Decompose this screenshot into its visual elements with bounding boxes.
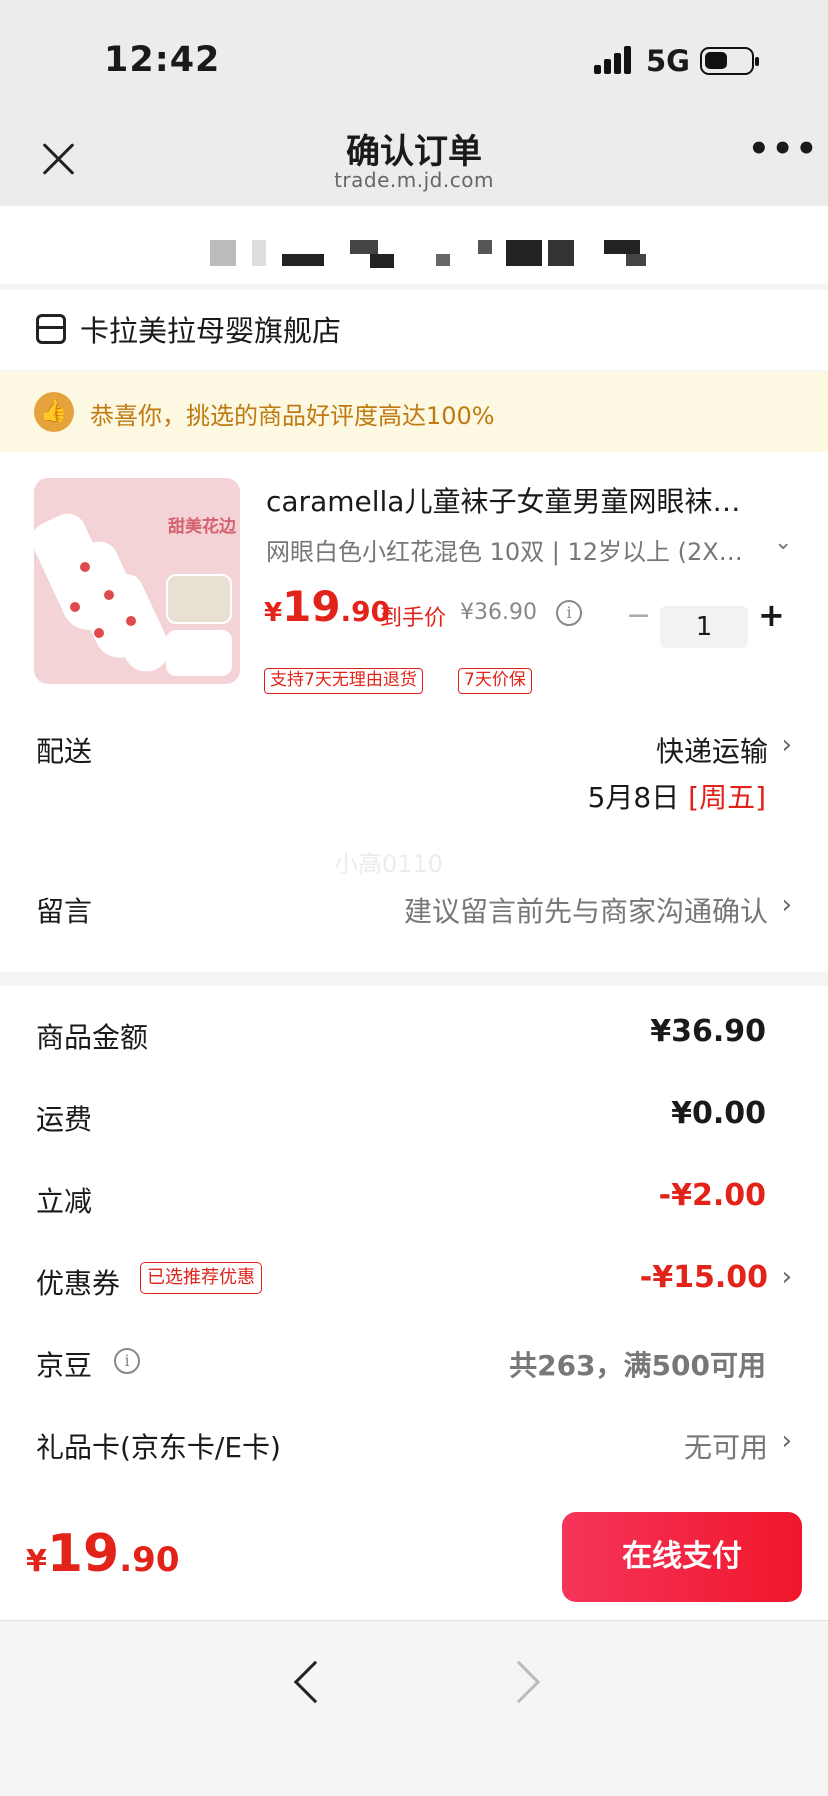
delivery-label: 配送	[36, 735, 93, 768]
status-time: 12:42	[104, 40, 221, 80]
delivery-method[interactable]: 快递运输	[656, 730, 768, 770]
watermark: 小高0110	[334, 850, 444, 878]
coupon-selected-tag: 已选推荐优惠	[140, 1262, 262, 1294]
return-policy-tag: 支持7天无理由退货	[264, 668, 423, 694]
summary-label-coupon: 优惠券	[36, 1267, 121, 1300]
thumbs-up-icon: 👍	[34, 392, 74, 432]
back-arrow-icon[interactable]	[293, 1660, 337, 1704]
rating-notice-text: 恭喜你，挑选的商品好评度高达100%	[90, 402, 495, 430]
product-image-label: 甜美花边	[168, 517, 236, 537]
chevron-right-icon[interactable]: ›	[782, 1426, 792, 1456]
summary-label-shipping: 运费	[36, 1103, 93, 1136]
pay-online-button[interactable]: 在线支付	[562, 1512, 802, 1602]
forward-arrow-icon[interactable]	[497, 1660, 541, 1704]
chevron-right-icon[interactable]: ›	[782, 1262, 792, 1292]
page-url: trade.m.jd.com	[334, 168, 494, 192]
product-price: ¥19.90	[264, 582, 391, 631]
total-price: ¥19.90	[26, 1524, 180, 1584]
page-title: 确认订单	[346, 132, 482, 172]
rating-notice: 👍 恭喜你，挑选的商品好评度高达100%	[0, 372, 828, 452]
summary-value-giftcard[interactable]: 无可用	[684, 1426, 768, 1466]
network-type: 5G	[646, 44, 690, 78]
decrease-quantity-button[interactable]: −	[626, 598, 651, 633]
address-redacted[interactable]	[0, 206, 828, 284]
summary-label-jingdou: 京豆	[36, 1349, 93, 1382]
info-icon[interactable]: i	[114, 1348, 140, 1374]
message-label: 留言	[36, 895, 93, 928]
summary-value-shipping: ¥0.00	[671, 1096, 766, 1131]
price-summary: 商品金额 ¥36.90 运费 ¥0.00 立减 -¥2.00 优惠券 已选推荐优…	[0, 986, 828, 1496]
chevron-right-icon[interactable]: ›	[782, 890, 792, 920]
store-icon	[36, 314, 66, 344]
product-title[interactable]: caramella儿童袜子女童男童网眼袜…	[266, 480, 786, 520]
summary-value-coupon[interactable]: -¥15.00	[640, 1260, 768, 1295]
shop-name: 卡拉美拉母婴旗舰店	[80, 314, 342, 348]
browser-nav-bar	[0, 1620, 828, 1796]
summary-label-goods: 商品金额	[36, 1021, 149, 1054]
signal-icon	[594, 46, 634, 74]
price-protect-tag: 7天价保	[458, 668, 532, 694]
product-image[interactable]: 甜美花边	[34, 478, 240, 684]
increase-quantity-button[interactable]: +	[758, 596, 785, 634]
summary-label-giftcard: 礼品卡(京东卡/E卡)	[36, 1431, 281, 1464]
product-card: 甜美花边 caramella儿童袜子女童男童网眼袜… 网眼白色小红花混色 10双…	[0, 452, 828, 972]
summary-value-goods: ¥36.90	[650, 1014, 766, 1049]
summary-label-discount: 立减	[36, 1185, 93, 1218]
chevron-right-icon[interactable]: ›	[782, 730, 792, 760]
shop-header[interactable]: 卡拉美拉母婴旗舰店	[0, 290, 828, 370]
chevron-down-icon[interactable]: ⌄	[774, 530, 792, 555]
header: 12:42 5G 确认订单 trade.m.jd.com •••	[0, 0, 828, 206]
delivery-date[interactable]: 5月8日 [周五]	[588, 776, 766, 816]
message-input[interactable]: 建议留言前先与商家沟通确认	[404, 890, 768, 930]
info-icon[interactable]: i	[556, 600, 582, 626]
product-spec[interactable]: 网眼白色小红花混色 10双 | 12岁以上 (2X…	[266, 532, 743, 567]
more-menu-icon[interactable]: •••	[748, 132, 817, 172]
price-label: 到手价	[380, 606, 447, 631]
summary-value-discount: -¥2.00	[658, 1178, 766, 1213]
original-price: ¥36.90	[460, 600, 537, 625]
battery-icon	[700, 47, 759, 75]
summary-value-jingdou: 共263，满500可用	[509, 1349, 766, 1382]
checkout-bar: ¥19.90 在线支付	[0, 1496, 828, 1620]
quantity-input[interactable]: 1	[660, 606, 748, 648]
